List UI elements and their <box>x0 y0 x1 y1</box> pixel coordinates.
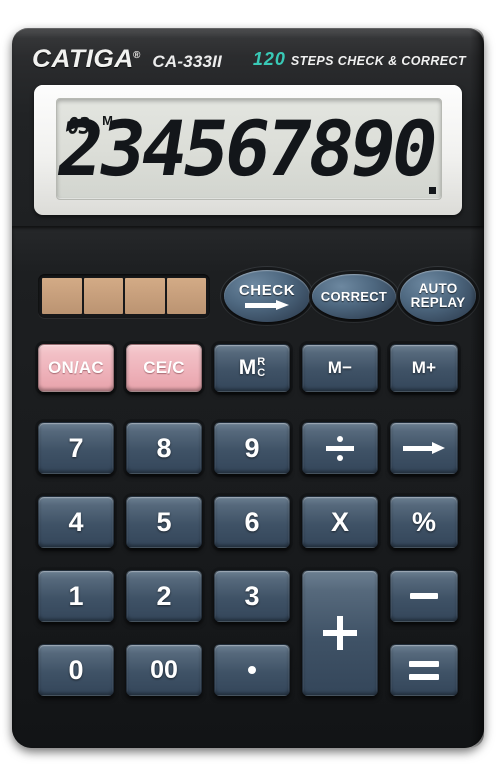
keypad-deck: CHECK CORRECT AUTO REPLAY ON/AC CE/C M R… <box>12 226 484 748</box>
key-memory-minus[interactable]: M− <box>302 344 378 392</box>
key-digit-2[interactable]: 2 <box>126 570 202 622</box>
key-digit-2-label: 2 <box>156 580 172 611</box>
key-digit-6-label: 6 <box>244 506 260 537</box>
key-digit-1-label: 1 <box>68 580 84 611</box>
minus-icon <box>410 593 438 599</box>
lcd-screen: 03 M 1234567890 <box>56 98 442 200</box>
key-memory-plus-label: M+ <box>411 358 437 377</box>
key-digit-8-label: 8 <box>156 432 172 463</box>
key-multiply-label: X <box>330 506 349 537</box>
key-digit-00-label: 00 <box>150 655 178 684</box>
divide-icon <box>326 435 354 461</box>
calculator-screenshot: CATIGA ® CA-333II 120 STEPS CHECK & CORRE… <box>0 0 500 775</box>
auto-replay-label-line2: REPLAY <box>410 295 466 310</box>
plus-icon <box>323 616 357 650</box>
tagline-text: STEPS CHECK & CORRECT <box>290 53 466 68</box>
key-plus[interactable] <box>302 570 378 696</box>
key-ce-c-label: CE/C <box>143 358 185 377</box>
key-mrc-label-main: M <box>238 356 257 379</box>
key-multiply[interactable]: X <box>302 496 378 548</box>
key-percent[interactable]: % <box>390 496 458 548</box>
registered-mark: ® <box>132 49 141 61</box>
solar-cell <box>42 278 82 314</box>
key-percent-label: % <box>411 506 436 537</box>
key-digit-9-label: 9 <box>244 432 260 463</box>
key-grid: ON/AC CE/C M R C M− M+ 7 8 9 4 5 6 X % 1… <box>38 344 458 722</box>
tagline-number: 120 <box>252 48 286 69</box>
key-ce-c[interactable]: CE/C <box>126 344 202 392</box>
key-digit-3[interactable]: 3 <box>214 570 290 622</box>
key-memory-minus-label: M− <box>327 358 353 377</box>
check-button-label: CHECK <box>238 282 296 300</box>
key-on-ac[interactable]: ON/AC <box>38 344 114 392</box>
brand-name: CATIGA <box>32 44 134 73</box>
solar-cell <box>125 278 165 314</box>
solar-panel <box>38 274 210 318</box>
lcd-digits: 1234567890 <box>56 104 442 193</box>
tagline: 120 STEPS CHECK & CORRECT <box>253 49 466 70</box>
equals-icon <box>409 660 439 680</box>
key-on-ac-label: ON/AC <box>48 358 104 377</box>
header: CATIGA ® CA-333II 120 STEPS CHECK & CORRE… <box>12 44 484 74</box>
right-arrow-icon <box>403 442 445 454</box>
lcd-decimal-point <box>429 187 436 194</box>
right-arrow-icon <box>245 299 289 310</box>
key-memory-plus[interactable]: M+ <box>390 344 458 392</box>
display-bezel: 03 M 1234567890 <box>34 85 462 215</box>
key-backspace[interactable] <box>390 422 458 474</box>
solar-cell <box>83 278 123 314</box>
auto-replay-label-line1: AUTO <box>418 281 458 297</box>
dot-icon <box>248 666 256 674</box>
key-digit-8[interactable]: 8 <box>126 422 202 474</box>
brand-block: CATIGA ® CA-333II <box>32 45 222 74</box>
mrc-glyph: M R C <box>239 356 265 380</box>
model-name: CA-333II <box>152 51 222 71</box>
key-digit-0[interactable]: 0 <box>38 644 114 696</box>
correct-button-label: CORRECT <box>320 288 388 304</box>
key-digit-5-label: 5 <box>156 506 172 537</box>
key-mrc[interactable]: M R C <box>214 344 290 392</box>
correct-button[interactable]: CORRECT <box>312 274 396 319</box>
key-equals[interactable] <box>390 644 458 696</box>
key-divide[interactable] <box>302 422 378 474</box>
check-button[interactable]: CHECK <box>224 270 310 322</box>
key-mrc-label-bottom: C <box>257 367 266 379</box>
key-digit-7-label: 7 <box>68 432 84 463</box>
key-digit-4-label: 4 <box>68 506 84 537</box>
key-digit-3-label: 3 <box>244 580 260 611</box>
key-digit-5[interactable]: 5 <box>126 496 202 548</box>
key-digit-9[interactable]: 9 <box>214 422 290 474</box>
auto-replay-button[interactable]: AUTO REPLAY <box>400 270 476 322</box>
key-decimal-point[interactable] <box>214 644 290 696</box>
key-digit-0-label: 0 <box>68 654 84 685</box>
key-digit-4[interactable]: 4 <box>38 496 114 548</box>
calculator-body: CATIGA ® CA-333II 120 STEPS CHECK & CORRE… <box>12 28 484 748</box>
key-digit-6[interactable]: 6 <box>214 496 290 548</box>
key-digit-7[interactable]: 7 <box>38 422 114 474</box>
key-digit-00[interactable]: 00 <box>126 644 202 696</box>
key-minus[interactable] <box>390 570 458 622</box>
solar-cell <box>166 278 206 314</box>
key-digit-1[interactable]: 1 <box>38 570 114 622</box>
